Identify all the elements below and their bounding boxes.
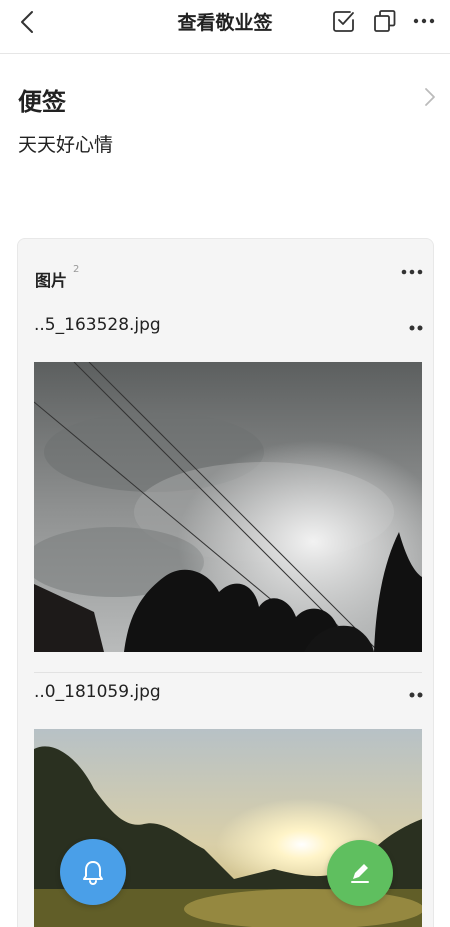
- note-content[interactable]: 天天好心情: [18, 130, 113, 157]
- image-file-name[interactable]: ..5_163528.jpg: [34, 315, 161, 335]
- pencil-icon: [351, 864, 369, 883]
- image-divider: [34, 672, 422, 673]
- reminder-fab[interactable]: [60, 839, 126, 905]
- chevron-right-icon: [425, 88, 435, 106]
- top-bar: 查看敬业签: [0, 0, 450, 54]
- more-horizontal-icon: [409, 325, 423, 331]
- images-card-title: 图片: [35, 271, 68, 290]
- images-card-more-button[interactable]: [399, 264, 425, 280]
- image-more-button[interactable]: [406, 319, 426, 331]
- images-count-badge: 2: [73, 264, 80, 275]
- select-button[interactable]: [331, 8, 357, 34]
- more-horizontal-icon: [413, 18, 435, 24]
- more-horizontal-icon: [401, 269, 423, 275]
- category-chevron[interactable]: [420, 84, 440, 110]
- image-thumbnail-storm-sky[interactable]: [34, 362, 422, 652]
- more-horizontal-icon: [409, 692, 423, 698]
- edit-fab[interactable]: [327, 840, 393, 906]
- image-more-button[interactable]: [406, 686, 426, 698]
- copy-icon: [374, 10, 396, 32]
- copy-button[interactable]: [372, 8, 398, 34]
- note-category-title: 便签: [18, 88, 66, 116]
- images-card: 图片 2 ..5_163528.jpg ..0_181059.jpg: [17, 238, 434, 927]
- back-button[interactable]: [14, 8, 42, 36]
- more-button[interactable]: [411, 8, 437, 34]
- bell-icon: [83, 861, 103, 886]
- image-file-name[interactable]: ..0_181059.jpg: [34, 682, 161, 702]
- chevron-left-icon: [21, 11, 33, 33]
- check-square-icon: [333, 11, 354, 32]
